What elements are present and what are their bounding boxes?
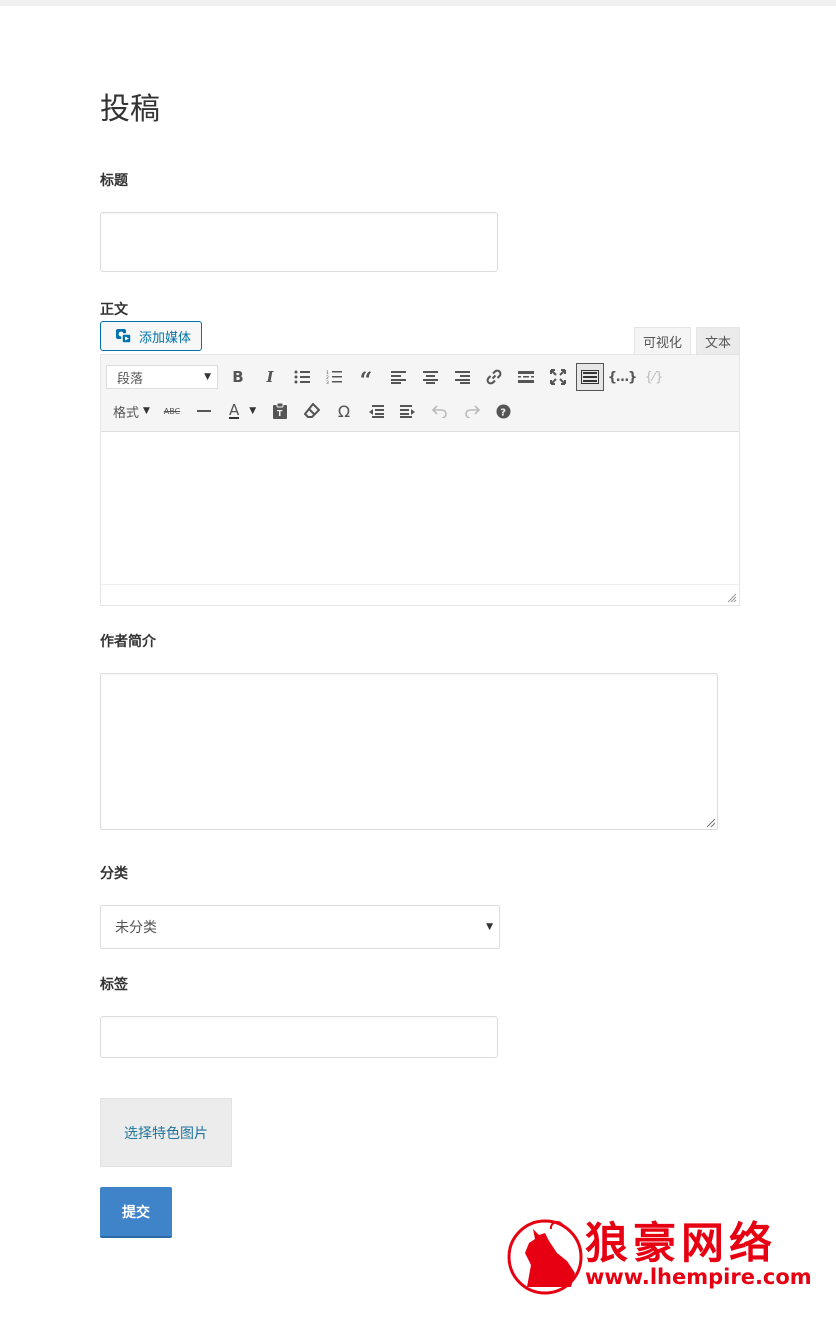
submit-button[interactable]: 提交 <box>100 1187 172 1238</box>
tags-input[interactable] <box>100 1016 498 1058</box>
undo-icon[interactable] <box>426 397 454 425</box>
tab-visual[interactable]: 可视化 <box>634 327 691 355</box>
content-label: 正文 <box>100 302 128 318</box>
tags-label: 标签 <box>100 977 128 993</box>
blockquote-icon[interactable]: “ <box>352 363 380 394</box>
paragraph-select-value: 段落 <box>117 371 144 387</box>
paragraph-select[interactable]: 段落 ▼ <box>106 365 218 389</box>
add-media-label: 添加媒体 <box>139 330 192 346</box>
redo-icon[interactable] <box>458 397 486 425</box>
svg-text:?: ? <box>501 407 507 418</box>
tab-text[interactable]: 文本 <box>696 327 740 355</box>
numbered-list-icon[interactable]: 123 <box>320 363 348 391</box>
text-color-icon[interactable]: A ▼ <box>222 397 262 425</box>
link-icon[interactable] <box>480 363 508 391</box>
resize-grip-icon[interactable] <box>706 818 716 828</box>
wolf-logo-icon <box>507 1219 583 1295</box>
chevron-down-icon: ▼ <box>204 372 211 382</box>
bulleted-list-icon[interactable] <box>288 363 316 391</box>
bio-textarea[interactable] <box>100 673 718 830</box>
code-icon[interactable]: {…} <box>608 363 638 391</box>
special-character-icon[interactable]: Ω <box>330 397 358 425</box>
page-title: 投稿 <box>100 92 160 127</box>
toolbar-toggle-icon[interactable] <box>576 363 604 391</box>
svg-text:3: 3 <box>326 380 329 384</box>
watermark-title: 狼豪网络 <box>585 1219 777 1269</box>
indent-icon[interactable] <box>394 397 422 425</box>
svg-text:T: T <box>277 409 283 418</box>
watermark-logo: 狼豪网络 www.lhempire.com <box>505 1213 812 1298</box>
featured-image-button[interactable]: 选择特色图片 <box>100 1098 232 1167</box>
add-media-icon <box>116 329 132 344</box>
chevron-down-icon: ▼ <box>143 406 150 416</box>
featured-image-label: 选择特色图片 <box>124 1125 208 1142</box>
toolbar-row-1: 段落 ▼ B I 123 “ {…} {⁄} <box>101 361 670 394</box>
content-edit-area[interactable] <box>101 432 739 585</box>
chevron-down-icon: ▼ <box>486 922 493 932</box>
horizontal-line-icon[interactable] <box>190 397 218 425</box>
toolbar-row-2: 格式 ▼ ABC A ▼ T Ω ? <box>101 395 520 427</box>
content-editor: 段落 ▼ B I 123 “ {…} {⁄} 格式 ▼ ABC A ▼ T Ω … <box>100 354 740 606</box>
bio-label: 作者简介 <box>100 634 156 650</box>
bold-icon[interactable]: B <box>224 363 252 391</box>
unlink-icon[interactable]: {⁄} <box>640 363 668 391</box>
clear-formatting-icon[interactable] <box>298 397 326 425</box>
align-center-icon[interactable] <box>416 363 444 391</box>
italic-icon[interactable]: I <box>256 363 284 391</box>
category-select[interactable]: 未分类 ▼ <box>100 905 500 949</box>
paste-text-icon[interactable]: T <box>266 397 294 425</box>
title-input[interactable] <box>100 212 498 272</box>
submit-label: 提交 <box>122 1204 150 1221</box>
align-left-icon[interactable] <box>384 363 412 391</box>
add-media-button[interactable]: 添加媒体 <box>100 321 202 351</box>
help-icon[interactable]: ? <box>490 397 518 425</box>
category-select-value: 未分类 <box>115 920 157 936</box>
fullscreen-icon[interactable] <box>544 363 572 391</box>
format-menu[interactable]: 格式 ▼ <box>113 402 150 421</box>
title-label: 标题 <box>100 173 128 189</box>
strikethrough-icon[interactable]: ABC <box>158 397 186 425</box>
category-label: 分类 <box>100 866 128 882</box>
resize-grip-icon[interactable] <box>727 593 737 603</box>
align-right-icon[interactable] <box>448 363 476 391</box>
outdent-icon[interactable] <box>362 397 390 425</box>
editor-status-bar <box>101 584 739 605</box>
top-bar <box>0 0 836 6</box>
watermark-url: www.lhempire.com <box>585 1265 812 1289</box>
format-menu-label: 格式 <box>113 405 140 421</box>
read-more-icon[interactable] <box>512 363 540 391</box>
editor-toolbar: 段落 ▼ B I 123 “ {…} {⁄} 格式 ▼ ABC A ▼ T Ω … <box>101 355 739 432</box>
